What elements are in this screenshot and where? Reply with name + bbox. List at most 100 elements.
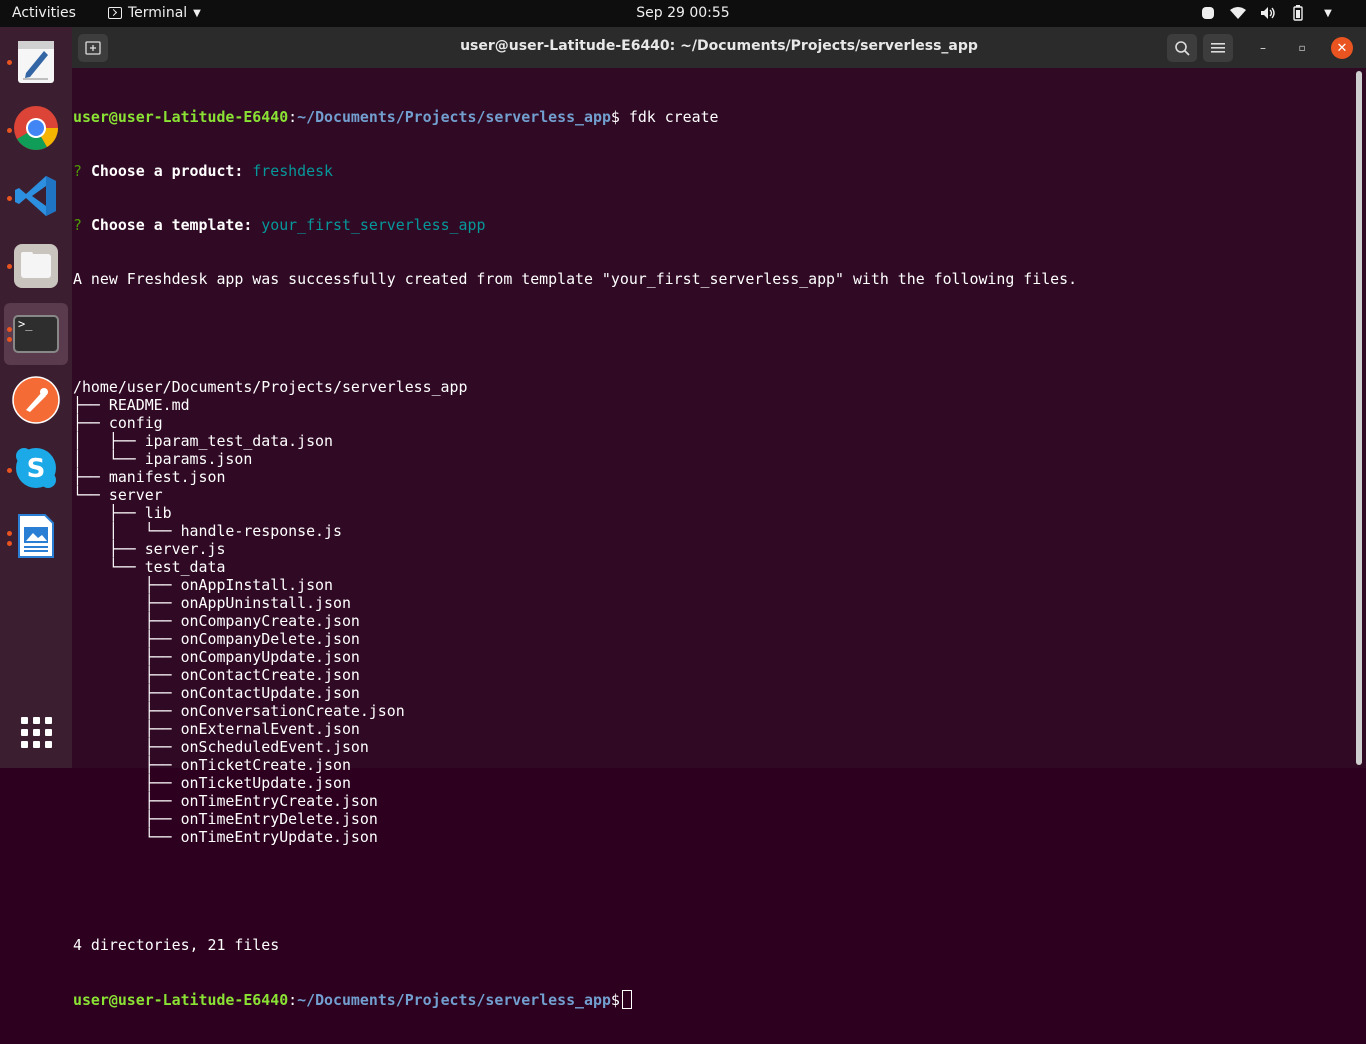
question-label: Choose a product:: [90, 162, 244, 180]
tree-entry: ├── manifest.json: [73, 468, 226, 486]
running-indicator: [7, 541, 12, 546]
question-answer: your_first_serverless_app: [261, 216, 486, 234]
files-icon: [14, 244, 58, 288]
tree-entry: ├── lib: [73, 504, 172, 522]
tree-entry: │ ├── iparam_test_data.json: [73, 432, 333, 450]
tree-entry: ├── onTicketCreate.json: [73, 756, 351, 774]
chrome-icon: [13, 105, 59, 155]
search-icon: [1175, 41, 1190, 56]
close-icon: ✕: [1336, 40, 1348, 56]
dock-item-vscode[interactable]: [4, 167, 68, 229]
close-button[interactable]: ✕: [1331, 37, 1353, 59]
skype-icon: S: [14, 446, 58, 494]
minimize-button[interactable]: –: [1252, 37, 1274, 59]
battery-icon[interactable]: [1290, 5, 1306, 21]
tree-entry: ├── onContactCreate.json: [73, 666, 360, 684]
file-tree: /home/user/Documents/Projects/serverless…: [73, 378, 1353, 846]
running-indicator: [7, 337, 12, 342]
activities-button[interactable]: Activities: [12, 5, 76, 21]
vscode-icon: [14, 174, 58, 222]
running-indicator: [7, 128, 12, 133]
prompt-symbol: $: [610, 991, 620, 1009]
tree-entry: ├── README.md: [73, 396, 190, 414]
dock-item-skype[interactable]: S: [4, 439, 68, 501]
prompt-path: ~/Documents/Projects/serverless_app: [297, 108, 611, 126]
app-menu-label: Terminal: [128, 5, 188, 21]
tree-entry: │ └── handle-response.js: [73, 522, 342, 540]
terminal-window: user@user-Latitude-E6440: ~/Documents/Pr…: [72, 27, 1366, 1009]
tree-entry: ├── onCompanyCreate.json: [73, 612, 360, 630]
running-indicator: [7, 264, 12, 269]
postman-icon: [12, 376, 60, 428]
tree-entry: ├── onAppInstall.json: [73, 576, 333, 594]
question-label: Choose a template:: [90, 216, 253, 234]
search-button[interactable]: [1167, 34, 1197, 62]
system-tray[interactable]: ▼: [1200, 5, 1336, 21]
current-prompt-line: user@user-Latitude-E6440:~/Documents/Pro…: [73, 990, 1353, 1009]
dock-item-terminal[interactable]: >_: [4, 303, 68, 365]
tree-entry: ├── onContactUpdate.json: [73, 684, 360, 702]
maximize-button[interactable]: ▫: [1291, 37, 1313, 59]
dock-item-postman[interactable]: [4, 371, 68, 433]
dock-item-chrome[interactable]: [4, 99, 68, 161]
window-titlebar[interactable]: user@user-Latitude-E6440: ~/Documents/Pr…: [72, 27, 1366, 68]
tree-entry: │ └── iparams.json: [73, 450, 253, 468]
text-editor-icon: [18, 41, 54, 83]
tree-entry: └── server: [73, 486, 163, 504]
tree-entry: ├── config: [73, 414, 163, 432]
tree-entry: └── test_data: [73, 558, 226, 576]
dock-item-text-editor[interactable]: [4, 31, 68, 93]
tree-entry: ├── onCompanyUpdate.json: [73, 648, 360, 666]
tree-entry: ├── onExternalEvent.json: [73, 720, 360, 738]
running-indicator: [7, 60, 12, 65]
wifi-icon[interactable]: [1230, 5, 1246, 21]
tree-entry: ├── onTimeEntryCreate.json: [73, 792, 378, 810]
maximize-icon: ▫: [1298, 42, 1306, 54]
show-applications-button[interactable]: [4, 701, 68, 763]
writer-icon: [17, 513, 55, 563]
prompt-path: ~/Documents/Projects/serverless_app: [297, 991, 611, 1009]
tree-entry: ├── onConversationCreate.json: [73, 702, 405, 720]
running-indicator: [7, 327, 12, 332]
tree-entry: ├── onTicketUpdate.json: [73, 774, 351, 792]
dock: >_ S: [0, 27, 72, 768]
app-menu-terminal[interactable]: Terminal ▼: [108, 5, 201, 21]
prompt-question-template: ? Choose a template: your_first_serverle…: [73, 216, 486, 234]
question-answer: freshdesk: [252, 162, 333, 180]
clock[interactable]: Sep 29 00:55: [636, 5, 729, 21]
top-bar: Activities Terminal ▼ Sep 29 00:55 ▼: [0, 0, 1366, 27]
command-line: user@user-Latitude-E6440:~/Documents/Pro…: [73, 108, 719, 126]
running-indicator: [7, 468, 12, 473]
menu-button[interactable]: [1203, 34, 1233, 62]
system-menu-caret-icon[interactable]: ▼: [1320, 5, 1336, 21]
terminal-app-icon: >_: [13, 315, 59, 353]
prompt-user: user@user-Latitude-E6440: [73, 991, 289, 1009]
hamburger-icon: [1211, 43, 1225, 53]
success-message: A new Freshdesk app was successfully cre…: [73, 270, 1078, 288]
dock-item-libreoffice-writer[interactable]: [4, 507, 68, 569]
notification-icon[interactable]: [1200, 5, 1216, 21]
tree-entry: ├── server.js: [73, 540, 226, 558]
prompt-symbol: $: [610, 108, 620, 126]
tree-entry: /home/user/Documents/Projects/serverless…: [73, 378, 468, 396]
svg-text:S: S: [27, 454, 46, 484]
prompt-user: user@user-Latitude-E6440: [73, 108, 289, 126]
volume-icon[interactable]: [1260, 5, 1276, 21]
minimize-icon: –: [1260, 41, 1266, 55]
tree-entry: ├── onCompanyDelete.json: [73, 630, 360, 648]
command-text: fdk create: [619, 108, 719, 126]
running-indicator: [7, 196, 12, 201]
tree-entry: └── onTimeEntryUpdate.json: [73, 828, 378, 846]
text-cursor: [621, 990, 632, 1009]
prompt-question-product: ? Choose a product: freshdesk: [73, 162, 333, 180]
dock-item-files[interactable]: [4, 235, 68, 297]
terminal-scrollbar[interactable]: [1356, 71, 1362, 765]
tree-entry: ├── onTimeEntryDelete.json: [73, 810, 378, 828]
tree-entry: ├── onAppUninstall.json: [73, 594, 351, 612]
running-indicator: [7, 531, 12, 536]
terminal-icon: [108, 7, 122, 19]
terminal-output[interactable]: user@user-Latitude-E6440:~/Documents/Pro…: [73, 72, 1353, 1009]
tree-entry: ├── onScheduledEvent.json: [73, 738, 369, 756]
